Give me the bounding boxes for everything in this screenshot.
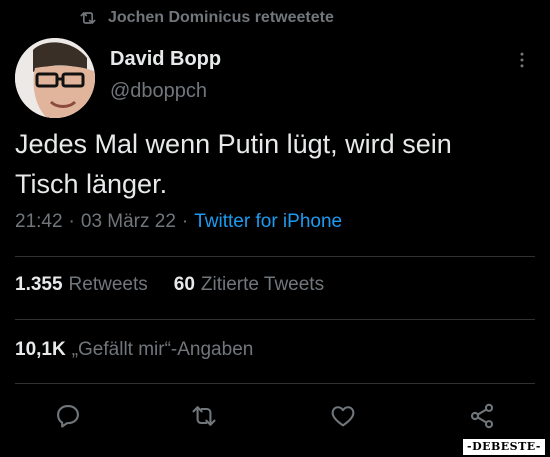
share-icon bbox=[470, 403, 494, 429]
tweet-source[interactable]: Twitter for iPhone bbox=[194, 211, 342, 233]
retweet-context[interactable]: Jochen Dominicus retweetete bbox=[78, 8, 334, 28]
stats-row: 1.355 Retweets 60 Zitierte Tweets bbox=[15, 274, 342, 296]
reply-icon bbox=[57, 405, 79, 428]
retweets-label: Retweets bbox=[68, 274, 148, 295]
likes-stat[interactable]: 10,1K „Gefällt mir“-Angaben bbox=[15, 339, 253, 361]
watermark-logo: -DEBESTE- bbox=[462, 438, 546, 456]
likes-label: „Gefällt mir“-Angaben bbox=[71, 339, 254, 360]
avatar[interactable] bbox=[15, 38, 95, 118]
author-name[interactable]: David Bopp bbox=[110, 48, 221, 71]
retweet-button[interactable] bbox=[188, 400, 220, 432]
divider bbox=[15, 256, 535, 257]
more-icon[interactable] bbox=[510, 48, 534, 72]
quotes-stat[interactable]: 60 Zitierte Tweets bbox=[174, 274, 324, 296]
author-handle[interactable]: @dboppch bbox=[110, 80, 207, 103]
quotes-label: Zitierte Tweets bbox=[200, 274, 325, 295]
tweet-date[interactable]: 03 März 22 bbox=[81, 211, 176, 233]
tweet-text: Jedes Mal wenn Putin lügt, wird sein Tis… bbox=[15, 129, 452, 199]
meta-separator: · bbox=[68, 211, 75, 232]
tweet-meta: 21:42 · 03 März 22 · Twitter for iPhone bbox=[15, 211, 342, 233]
retweet-icon bbox=[80, 12, 96, 24]
retweet-context-label: Jochen Dominicus retweetete bbox=[108, 9, 334, 26]
retweets-count: 1.355 bbox=[15, 274, 63, 295]
quotes-count: 60 bbox=[173, 274, 195, 295]
avatar-image bbox=[15, 38, 95, 118]
reply-button[interactable] bbox=[52, 400, 84, 432]
divider bbox=[15, 383, 535, 384]
action-bar bbox=[0, 400, 550, 432]
tweet-time[interactable]: 21:42 bbox=[15, 211, 63, 233]
retweets-stat[interactable]: 1.355 Retweets bbox=[15, 274, 148, 296]
retweet-action-icon bbox=[192, 406, 216, 426]
divider bbox=[15, 319, 535, 320]
like-button[interactable] bbox=[327, 400, 359, 432]
meta-separator: · bbox=[181, 211, 189, 232]
share-button[interactable] bbox=[466, 400, 498, 432]
likes-count: 10,1K bbox=[15, 339, 66, 360]
like-icon bbox=[331, 406, 355, 427]
